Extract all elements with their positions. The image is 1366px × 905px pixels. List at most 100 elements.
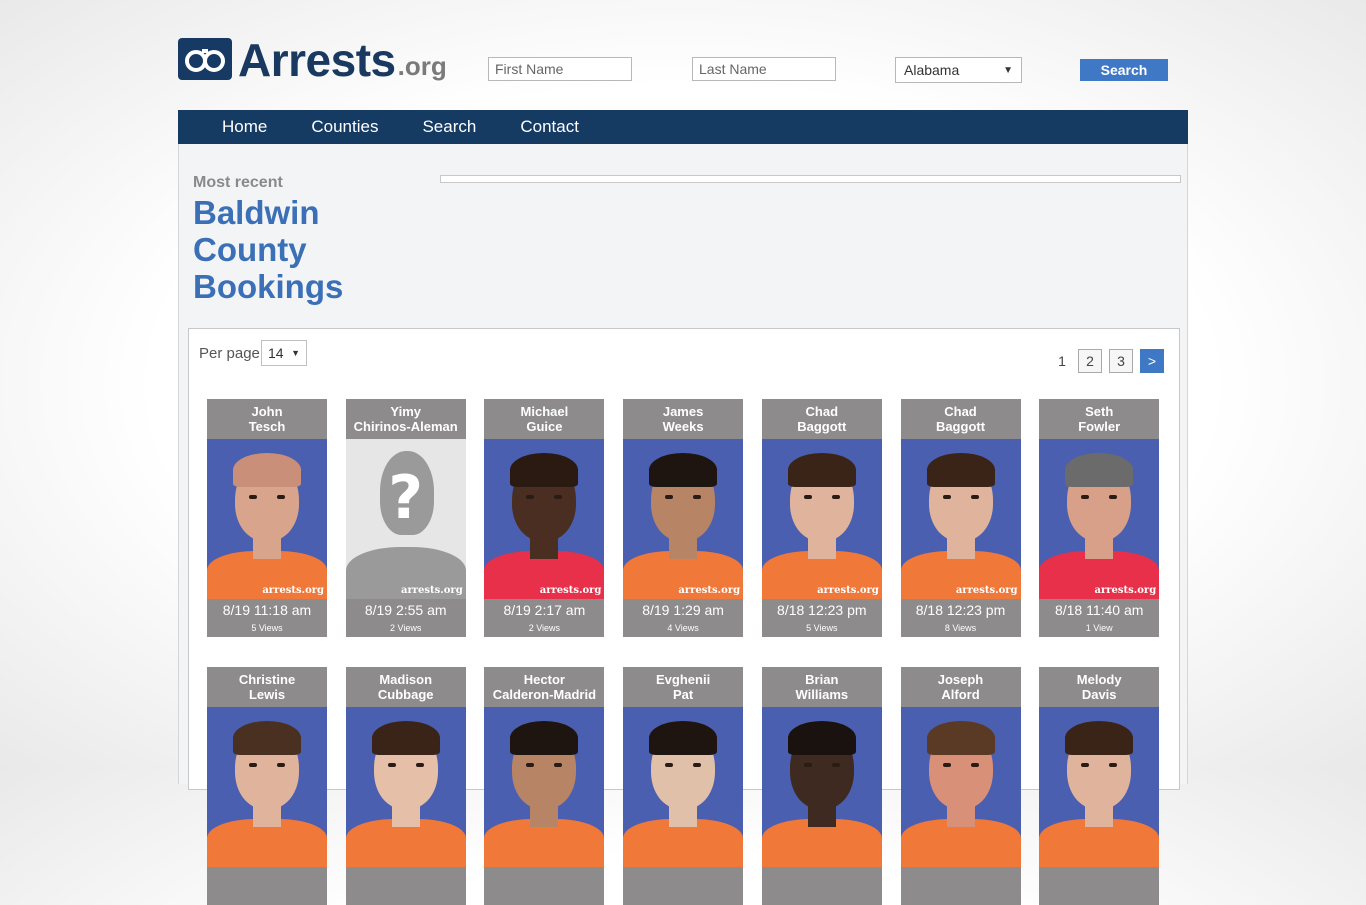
booking-last-name: Fowler — [1078, 419, 1121, 434]
first-name-input[interactable] — [488, 57, 632, 81]
booking-first-name: Michael — [520, 404, 569, 419]
view-count: 2 Views — [528, 623, 561, 633]
booking-date: 8/19 2:17 am — [503, 602, 586, 618]
bookings-panel: Per page 14 ▼ 1 2 3 > John Tesch arrests.o… — [188, 328, 1180, 905]
booking-card[interactable]: Seth Fowler arrests.org 8/18 11:40 am 1 View — [1039, 399, 1160, 637]
booking-card[interactable]: Chad Baggott arrests.org 8/18 12:23 pm 8 Vie… — [900, 399, 1021, 637]
booking-card[interactable]: Yimy Chirinos-Aleman? arrests.org 8/19 2:55… — [345, 399, 466, 637]
mugshot-photo[interactable] — [1039, 707, 1160, 867]
mugshot-photo[interactable] — [761, 707, 882, 867]
next-page-button[interactable]: > — [1140, 349, 1164, 373]
hair — [510, 721, 579, 755]
booking-last-name: Guice — [526, 419, 563, 434]
chevron-down-icon: ▼ — [291, 348, 300, 358]
booking-last-name: Pat — [672, 687, 694, 702]
mugshot-photo[interactable] — [345, 707, 466, 867]
hair — [371, 721, 440, 755]
hair — [649, 453, 718, 487]
mugshot-photo[interactable]: arrests.org — [207, 439, 327, 599]
eye — [693, 495, 702, 499]
booking-last-name: Baggott — [797, 419, 847, 434]
mugshot-photo[interactable] — [623, 707, 744, 867]
eye — [526, 495, 535, 499]
booking-card[interactable]: Hector Calderon-Madrid — [484, 667, 605, 905]
eye — [1109, 763, 1118, 767]
watermark: arrests.org — [401, 585, 463, 596]
mugshot-photo[interactable] — [207, 707, 327, 867]
booking-first-name: Chad — [805, 404, 839, 419]
hair — [510, 453, 579, 487]
booking-first-name: Brian — [805, 672, 839, 687]
booking-first-name: John — [251, 404, 283, 419]
booking-first-name: Melody — [1076, 672, 1122, 687]
nav-home[interactable]: Home — [222, 117, 267, 137]
booking-card[interactable]: Madison Cubbage — [345, 667, 466, 905]
page-title-line: Baldwin — [193, 194, 320, 231]
per-page-value: 14 — [268, 345, 284, 361]
booking-card[interactable]: Joseph Alford — [900, 667, 1021, 905]
booking-last-name: Baggott — [935, 419, 986, 434]
booking-card[interactable]: John Tesch arrests.org 8/19 11:18 am 5 Views — [207, 399, 327, 637]
booking-date: 8/18 12:23 pm — [915, 602, 1006, 618]
booking-card[interactable]: Chad Baggott arrests.org 8/18 12:23 pm 5 Vie… — [761, 399, 882, 637]
mugshot-photo[interactable]: arrests.org — [1039, 439, 1160, 599]
booking-card[interactable]: Evghenii Pat — [623, 667, 744, 905]
booking-last-name: Tesch — [248, 419, 286, 434]
site-logo[interactable]: Arrests .org — [178, 36, 447, 83]
mugshot-photo[interactable]: arrests.org — [761, 439, 882, 599]
mugshot-photo[interactable]: arrests.org — [900, 439, 1021, 599]
view-count: 5 Views — [251, 623, 283, 633]
eye — [554, 495, 563, 499]
eye — [970, 495, 979, 499]
page-3-link[interactable]: 3 — [1109, 349, 1133, 373]
booking-first-name: Yimy — [390, 404, 421, 419]
hair — [926, 721, 995, 755]
booking-card[interactable]: James Weeks arrests.org 8/19 1:29 am 4 Views — [623, 399, 744, 637]
booking-card[interactable]: Michael Guice arrests.org 8/19 2:17 am 2 Vie… — [484, 399, 605, 637]
mugshot-photo[interactable] — [484, 707, 605, 867]
booking-first-name: Chad — [944, 404, 977, 419]
nav-search[interactable]: Search — [422, 117, 476, 137]
booking-name: Chad Baggott — [901, 399, 1021, 439]
main-content: Most recent Baldwin County Bookings Per … — [178, 144, 1188, 905]
hair — [787, 453, 856, 487]
watermark: arrests.org — [678, 585, 741, 596]
main-nav: Home Counties Search Contact — [178, 110, 1188, 144]
nav-counties[interactable]: Counties — [311, 117, 378, 137]
booking-card[interactable]: Brian Williams — [761, 667, 882, 905]
hair — [233, 453, 301, 487]
eye — [1081, 763, 1090, 767]
page-2-link[interactable]: 2 — [1078, 349, 1102, 373]
search-button[interactable]: Search — [1080, 59, 1168, 81]
booking-first-name: Madison — [379, 672, 433, 687]
booking-date: 8/19 11:18 am — [222, 602, 312, 618]
brand-tld: .org — [397, 51, 447, 81]
eye — [277, 495, 285, 499]
state-select[interactable]: Alabama ▼ — [895, 57, 1022, 83]
booking-last-name: Calderon-Madrid — [492, 687, 597, 702]
eye — [942, 495, 951, 499]
booking-name: Joseph Alford — [901, 667, 1021, 707]
mugshot-photo[interactable]: arrests.org — [484, 439, 605, 599]
mugshot-photo[interactable]: ? arrests.org — [345, 439, 466, 599]
last-name-input[interactable] — [692, 57, 836, 81]
booking-date: 8/18 12:23 pm — [777, 602, 867, 618]
view-count: 8 Views — [944, 623, 977, 633]
booking-card[interactable]: Melody Davis — [1039, 667, 1160, 905]
watermark: arrests.org — [262, 585, 324, 596]
booking-date: 8/19 2:55 am — [364, 602, 447, 618]
booking-date: 8/18 11:40 am — [1054, 602, 1144, 618]
booking-card[interactable]: Christine Lewis — [207, 667, 327, 905]
eye — [831, 495, 840, 499]
mugshot-photo[interactable] — [900, 707, 1021, 867]
per-page-select[interactable]: 14 ▼ — [261, 340, 307, 366]
hair — [1065, 453, 1134, 487]
page-title-line: County — [193, 231, 307, 268]
booking-last-name: Williams — [795, 687, 849, 702]
booking-name: Evghenii Pat — [623, 667, 743, 707]
hair — [787, 721, 856, 755]
booking-name: James Weeks — [623, 399, 743, 439]
nav-contact[interactable]: Contact — [520, 117, 579, 137]
mugshot-photo[interactable]: arrests.org — [623, 439, 744, 599]
eye — [831, 763, 840, 767]
